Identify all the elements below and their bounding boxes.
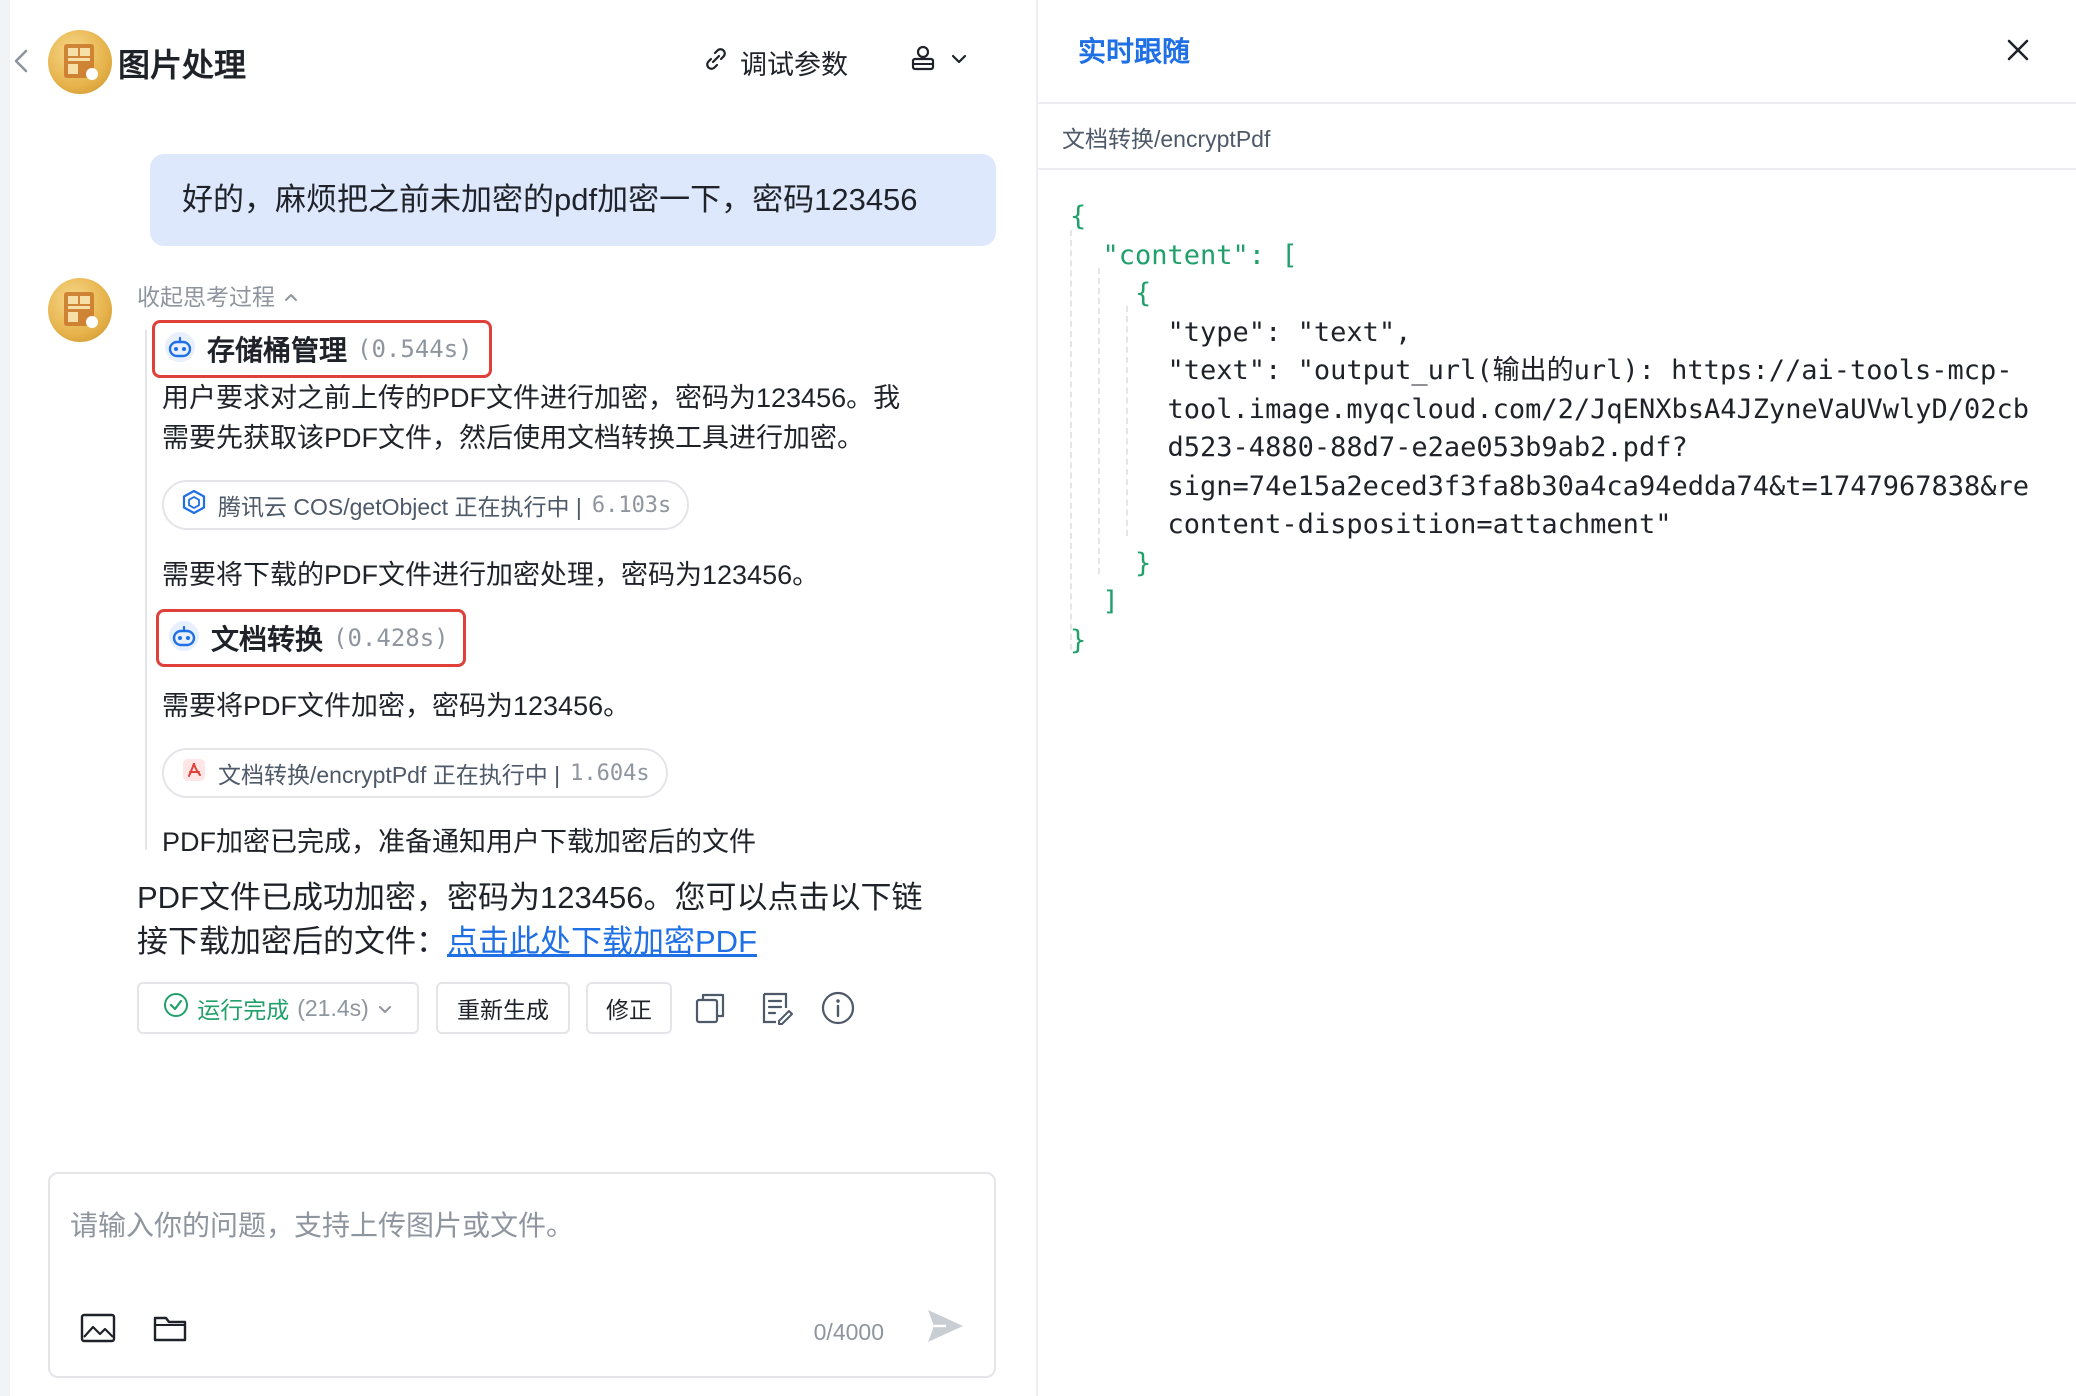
left-edge — [0, 0, 10, 1396]
json-line: } — [1070, 624, 1087, 656]
char-counter: 0/4000 — [813, 1319, 884, 1345]
tool-step-storage[interactable]: 存储桶管理 (0.544s) — [152, 320, 492, 378]
cube-icon — [180, 488, 208, 522]
pdf-icon — [180, 756, 208, 790]
user-icon — [910, 44, 936, 77]
live-follow-panel: 实时跟随 文档转换/encryptPdf { "content": [ { "t… — [1038, 0, 2076, 1396]
tool-call-time: 6.103s — [591, 492, 672, 518]
run-status-time: (21.4s) — [297, 994, 369, 1021]
bot-avatar — [48, 278, 112, 342]
tool-call-label: 文档转换/encryptPdf 正在执行中 | — [218, 762, 561, 788]
tool-name: 存储桶管理 — [207, 335, 348, 366]
back-icon[interactable] — [10, 45, 32, 77]
json-line: content-disposition=attachment" — [1070, 509, 1672, 540]
close-icon[interactable] — [2004, 36, 2032, 64]
robot-icon — [163, 330, 197, 369]
step-followup-text: 需要将下载的PDF文件进行加密处理，密码为123456。 — [162, 560, 820, 590]
tool-time: (0.544s) — [357, 335, 473, 363]
download-pdf-link[interactable]: 点击此处下载加密PDF — [447, 924, 757, 959]
json-viewer: { "content": [ { "type": "text", "text":… — [1070, 198, 2070, 668]
debug-params-label: 调试参数 — [740, 49, 848, 80]
panel-title: 实时跟随 — [1078, 36, 1191, 67]
answer-prefix: 接下载加密后的文件： — [137, 924, 447, 959]
link-icon — [702, 45, 730, 80]
debug-params-button[interactable]: 调试参数 — [702, 42, 848, 82]
tool-call-chip-encrypt[interactable]: 文档转换/encryptPdf 正在执行中 | 1.604s — [162, 748, 668, 798]
note-icon[interactable] — [758, 990, 794, 1026]
tool-call-time: 1.604s — [570, 760, 650, 786]
regenerate-button[interactable]: 重新生成 — [436, 982, 570, 1034]
check-circle-icon — [163, 992, 189, 1024]
thinking-timeline — [145, 330, 147, 850]
chevron-down-icon — [377, 995, 393, 1022]
json-line: "type": "text", — [1070, 316, 1412, 348]
tool-time: (0.428s) — [333, 624, 449, 652]
assistant-answer: PDF文件已成功加密，密码为123456。您可以点击以下链 接下载加密后的文件：… — [137, 876, 987, 964]
send-icon[interactable] — [924, 1305, 966, 1352]
reasoning-text: 用户要求对之前上传的PDF文件进行加密，密码为123456。我 — [162, 383, 901, 413]
chevron-up-icon — [283, 282, 299, 309]
user-menu[interactable] — [910, 44, 968, 77]
json-line: sign=74e15a2eced3f3fa8b30a4ca94edda74&t=… — [1070, 470, 2030, 502]
chat-pane: 图片处理 调试参数 好的，麻烦把之前未加密的pdf加密一下，密码123456 收… — [0, 0, 1036, 1396]
json-line: d523-4880-88d7-e2ae053b9ab2.pdf? — [1070, 432, 1688, 463]
folder-icon[interactable] — [152, 1312, 188, 1349]
answer-line: PDF文件已成功加密，密码为123456。您可以点击以下链 — [137, 880, 923, 915]
correct-button[interactable]: 修正 — [586, 982, 672, 1034]
step-followup-text: PDF加密已完成，准备通知用户下载加密后的文件 — [162, 827, 756, 857]
app-avatar — [48, 30, 112, 94]
copy-icon[interactable] — [692, 990, 728, 1026]
tool-name: 文档转换 — [211, 624, 324, 655]
info-icon[interactable] — [820, 990, 856, 1026]
json-line: tool.image.myqcloud.com/2/JqENXbsA4JZyne… — [1070, 393, 2030, 425]
tool-step-docconvert[interactable]: 文档转换 (0.428s) — [156, 609, 466, 667]
json-line: ] — [1070, 586, 1119, 617]
reasoning-text: 需要先获取该PDF文件，然后使用文档转换工具进行加密。 — [162, 423, 864, 453]
tool-call-chip-cos[interactable]: 腾讯云 COS/getObject 正在执行中 | 6.103s — [162, 480, 690, 530]
panel-divider — [1038, 102, 2076, 104]
run-status-label: 运行完成 — [197, 997, 290, 1023]
tool-call-label: 腾讯云 COS/getObject 正在执行中 | — [218, 494, 582, 520]
json-line: { — [1070, 278, 1152, 309]
json-line: "content": [ — [1070, 239, 1298, 271]
panel-divider — [1038, 168, 2076, 170]
json-line: "text": "output_url(输出的url): https://ai-… — [1070, 355, 2013, 386]
json-line: } — [1070, 547, 1152, 579]
chevron-down-icon — [950, 52, 968, 70]
user-message-bubble: 好的，麻烦把之前未加密的pdf加密一下，密码123456 — [150, 154, 996, 246]
image-icon[interactable] — [80, 1312, 116, 1349]
thinking-toggle-label: 收起思考过程 — [137, 284, 275, 310]
chat-input-box[interactable]: 请输入你的问题，支持上传图片或文件。 0/4000 — [48, 1172, 996, 1378]
robot-icon — [167, 619, 201, 658]
collapse-thinking-toggle[interactable]: 收起思考过程 — [137, 278, 299, 312]
page-title: 图片处理 — [118, 47, 247, 83]
answer-line: 接下载加密后的文件：点击此处下载加密PDF — [137, 920, 987, 964]
run-status-button[interactable]: 运行完成 (21.4s) — [137, 982, 419, 1034]
json-line: { — [1070, 201, 1087, 232]
chat-input-placeholder[interactable]: 请输入你的问题，支持上传图片或文件。 — [70, 1204, 574, 1244]
reasoning-text: 需要将PDF文件加密，密码为123456。 — [162, 691, 631, 721]
tool-path: 文档转换/encryptPdf — [1062, 126, 1271, 152]
